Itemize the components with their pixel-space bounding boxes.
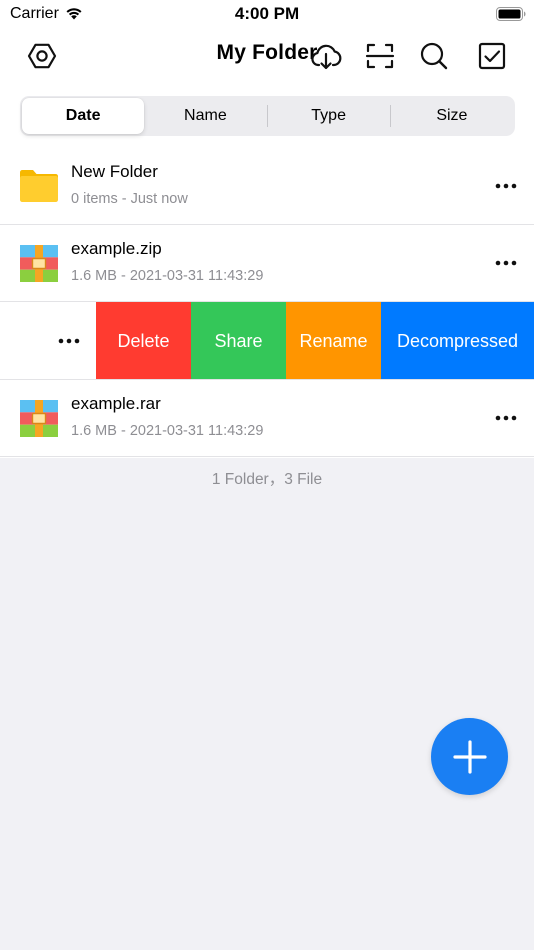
archive-icon: [20, 400, 58, 437]
search-icon: [420, 42, 448, 70]
scan-button[interactable]: [364, 40, 396, 72]
select-button[interactable]: [476, 40, 508, 72]
more-icon: [495, 415, 517, 421]
sort-tab-date[interactable]: Date: [22, 98, 145, 134]
battery-icon: [496, 7, 526, 21]
cloud-download-icon: [311, 44, 342, 70]
more-options-button[interactable]: [492, 177, 520, 195]
decompress-action-button[interactable]: Decompressed: [381, 302, 534, 380]
list-item[interactable]: example.rar 1.6 MB - 2021-03-31 11:43:29: [0, 380, 534, 457]
folder-icon: [20, 170, 58, 202]
select-checkbox-icon: [478, 42, 506, 70]
more-icon: [495, 260, 517, 266]
more-icon: [495, 183, 517, 189]
page-title: My Folder: [216, 41, 318, 64]
file-name: New Folder: [71, 162, 158, 181]
more-options-button[interactable]: [55, 332, 83, 350]
file-details: 1.6 MB - 2021-03-31 11:43:29: [71, 423, 264, 439]
file-details: 1.6 MB - 2021-03-31 11:43:29: [71, 268, 264, 284]
sort-tab-name[interactable]: Name: [144, 98, 266, 134]
list-item[interactable]: example.zip 1.6 MB - 2021-03-31 11:43:29: [0, 225, 534, 302]
status-bar: Carrier 4:00 PM: [0, 0, 534, 30]
row-divider: [0, 456, 534, 457]
search-button[interactable]: [418, 40, 450, 72]
clock: 4:00 PM: [234, 4, 300, 23]
share-action-button[interactable]: Share: [191, 302, 286, 380]
add-button[interactable]: [431, 718, 508, 795]
navigation-bar: My Folder: [0, 30, 534, 80]
plus-icon: [452, 739, 487, 774]
cloud-download-button[interactable]: [310, 40, 342, 72]
rename-action-button[interactable]: Rename: [286, 302, 381, 380]
file-name: example.zip: [71, 239, 162, 258]
scan-icon: [365, 43, 395, 69]
item-count-label: 1 Folder，3 File: [211, 471, 323, 488]
archive-icon: [20, 245, 58, 282]
more-options-button[interactable]: [492, 254, 520, 272]
delete-action-button[interactable]: Delete: [96, 302, 191, 380]
sort-segmented-control: Date Name Type Size: [20, 96, 515, 136]
sort-tab-type[interactable]: Type: [268, 98, 390, 134]
swiped-list-item[interactable]: Delete Share Rename Decompressed: [0, 302, 534, 380]
sort-tab-size[interactable]: Size: [391, 98, 513, 134]
list-item[interactable]: New Folder 0 items - Just now: [0, 148, 534, 225]
more-icon: [58, 338, 80, 344]
file-name: example.rar: [71, 394, 161, 413]
file-details: 0 items - Just now: [71, 191, 188, 207]
more-options-button[interactable]: [492, 409, 520, 427]
